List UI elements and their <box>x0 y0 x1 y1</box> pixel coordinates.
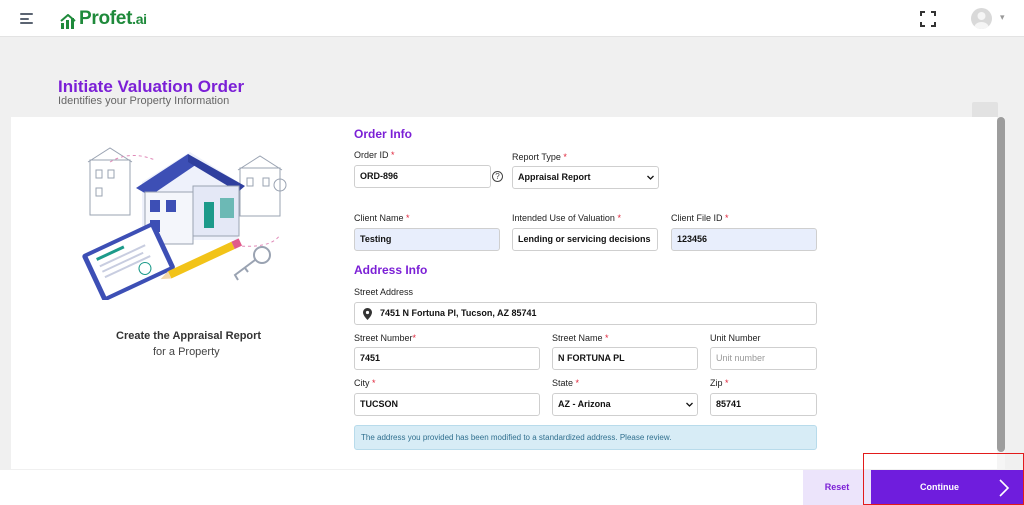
order-id-label: Order ID * <box>354 150 395 160</box>
logo-chart-icon <box>60 14 76 29</box>
fullscreen-icon[interactable] <box>920 11 936 27</box>
continue-label: Continue <box>920 482 959 492</box>
user-avatar-icon[interactable] <box>971 8 992 29</box>
state-select[interactable]: AZ - Arizona <box>552 393 698 416</box>
page-title: Initiate Valuation Order <box>58 77 245 96</box>
top-bar: Profet.ai ▾ <box>0 0 1024 37</box>
street-address-input[interactable]: 7451 N Fortuna Pl, Tucson, AZ 85741 <box>354 302 817 325</box>
reset-button[interactable]: Reset <box>803 470 871 505</box>
city-label: City * <box>354 378 376 388</box>
zip-input[interactable]: 85741 <box>710 393 817 416</box>
illustration-title: Create the Appraisal Report <box>116 330 262 342</box>
unit-number-input[interactable]: Unit number <box>710 347 817 370</box>
chevron-down-icon[interactable]: ▾ <box>1000 12 1005 23</box>
address-standardized-notice: The address you provided has been modifi… <box>354 425 817 450</box>
report-type-label: Report Type * <box>512 152 567 162</box>
street-number-input[interactable]: 7451 <box>354 347 540 370</box>
state-label: State * <box>552 378 580 388</box>
client-name-input[interactable]: Testing <box>354 228 500 251</box>
state-value: AZ - Arizona <box>558 399 611 409</box>
illustration-subtitle: for a Property <box>153 346 220 358</box>
continue-button[interactable]: Continue <box>871 470 1024 505</box>
street-name-input[interactable]: N FORTUNA PL <box>552 347 698 370</box>
house-appraisal-illustration <box>82 147 287 300</box>
chevron-right-icon <box>999 479 1010 497</box>
scrollbar[interactable] <box>997 117 1005 469</box>
street-address-value: 7451 N Fortuna Pl, Tucson, AZ 85741 <box>380 308 537 318</box>
client-name-label: Client Name * <box>354 213 410 223</box>
city-input[interactable]: TUCSON <box>354 393 540 416</box>
app-logo[interactable]: Profet.ai <box>60 8 147 30</box>
street-name-label: Street Name * <box>552 333 609 343</box>
zip-label: Zip * <box>710 378 729 388</box>
help-icon[interactable]: ? <box>492 171 503 182</box>
report-type-select[interactable]: Appraisal Report <box>512 166 659 189</box>
logo-suffix: .ai <box>132 11 147 27</box>
street-address-label: Street Address <box>354 287 414 297</box>
client-file-id-label: Client File ID * <box>671 213 729 223</box>
client-file-id-input[interactable]: 123456 <box>671 228 817 251</box>
hamburger-menu-icon[interactable] <box>20 13 33 24</box>
order-info-heading: Order Info <box>354 127 413 141</box>
order-id-input[interactable]: ORD-896 <box>354 165 491 188</box>
page-subtitle: Identifies your Property Information <box>58 95 230 107</box>
report-type-value: Appraisal Report <box>518 172 591 182</box>
intended-use-label: Intended Use of Valuation * <box>512 213 621 223</box>
logo-main: Profet <box>79 8 133 29</box>
address-info-heading: Address Info <box>354 263 428 277</box>
street-number-label: Street Number* <box>354 333 417 343</box>
unit-number-label: Unit Number <box>710 333 761 343</box>
map-pin-icon <box>363 308 372 320</box>
chevron-down-icon <box>686 402 693 407</box>
scrollbar-thumb[interactable] <box>997 117 1005 452</box>
intended-use-input[interactable]: Lending or servicing decisions <box>512 228 658 251</box>
chevron-down-icon <box>647 175 654 180</box>
